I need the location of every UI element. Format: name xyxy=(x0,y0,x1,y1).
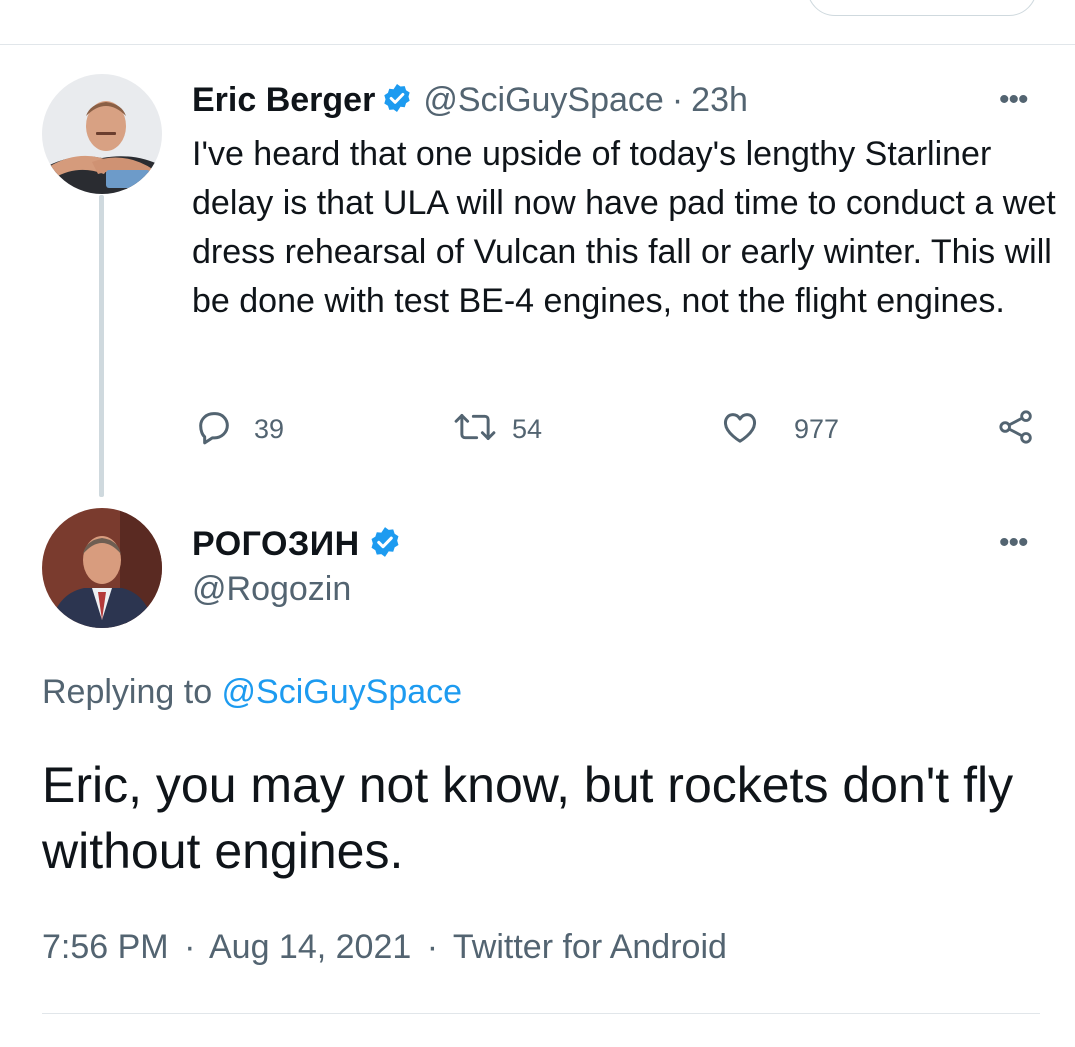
like-action[interactable]: 977 xyxy=(720,407,839,452)
author-handle[interactable]: @Rogozin xyxy=(192,570,351,609)
author-name[interactable]: Eric Berger xyxy=(192,81,375,120)
more-options-icon[interactable]: ••• xyxy=(999,85,1028,115)
retweet-action[interactable]: 54 xyxy=(452,407,542,452)
tweet1-header: Eric Berger @SciGuySpace · 23h xyxy=(192,78,748,122)
tweet1-actions: 39 54 977 xyxy=(0,407,1075,451)
avatar-rogozin[interactable] xyxy=(42,508,162,628)
share-icon xyxy=(996,407,1036,452)
tweet-source[interactable]: Twitter for Android xyxy=(453,928,727,966)
share-action[interactable] xyxy=(996,407,1036,452)
tweet-metadata: 7:56 PM · Aug 14, 2021 · Twitter for And… xyxy=(42,928,727,967)
tweet2-header: РОГОЗИН xyxy=(192,522,402,566)
avatar-eric-berger[interactable] xyxy=(42,74,162,194)
author-name[interactable]: РОГОЗИН xyxy=(192,525,360,564)
thread-connector-line xyxy=(99,195,104,497)
like-icon xyxy=(720,407,760,452)
verified-badge-icon xyxy=(368,525,402,564)
retweet-icon xyxy=(452,407,498,452)
replying-to-label: Replying to xyxy=(42,673,222,711)
author-handle[interactable]: @SciGuySpace xyxy=(423,81,664,120)
header-separator: · xyxy=(671,80,684,119)
tweet-date[interactable]: Aug 14, 2021 xyxy=(209,928,411,966)
meta-separator: · xyxy=(184,928,196,966)
like-count: 977 xyxy=(794,414,840,444)
reply-action[interactable]: 39 xyxy=(194,407,284,452)
tweet-time[interactable]: 7:56 PM xyxy=(42,928,169,966)
replying-to: Replying to @SciGuySpace xyxy=(42,673,462,712)
reply-count: 39 xyxy=(254,414,285,444)
more-options-icon[interactable]: ••• xyxy=(999,528,1028,558)
header-divider xyxy=(0,44,1075,45)
tweet1-text: I've heard that one upside of today's le… xyxy=(192,135,1056,320)
retweet-count: 54 xyxy=(512,414,543,444)
meta-separator: · xyxy=(426,928,439,966)
reply-icon xyxy=(194,407,234,452)
replying-to-link[interactable]: @SciGuySpace xyxy=(222,673,463,711)
tweet-time[interactable]: 23h xyxy=(691,81,748,120)
verified-badge-icon xyxy=(381,82,413,119)
tweet2-text: Eric, you may not know, but rockets don'… xyxy=(42,757,1014,879)
footer-divider xyxy=(42,1013,1040,1014)
follow-button-partial[interactable] xyxy=(807,0,1037,16)
